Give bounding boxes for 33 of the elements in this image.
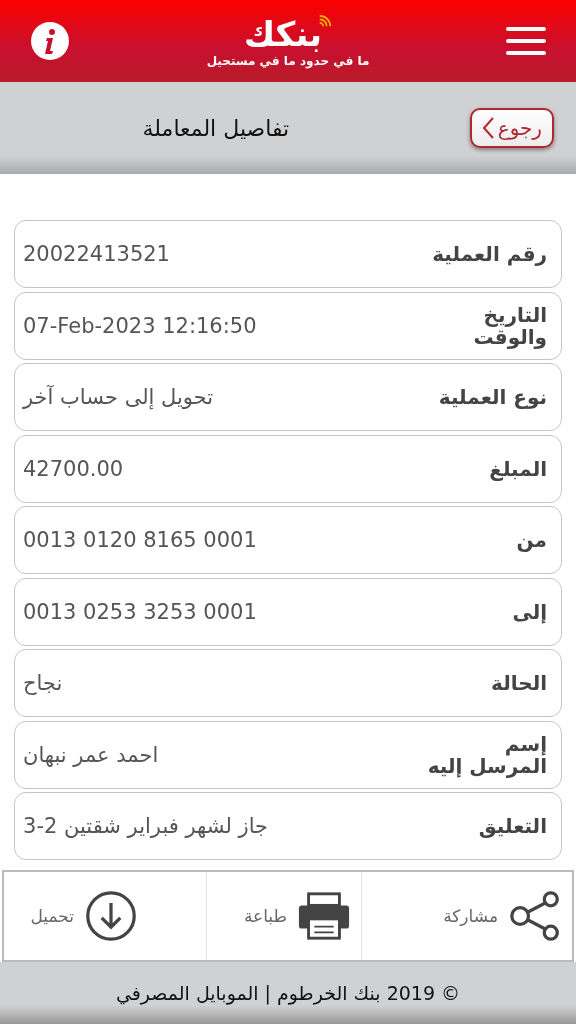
field-value: احمد عمر نبهان [23,742,159,767]
field-label: نوع العملية [437,386,547,408]
field-label: التعليق [477,815,547,837]
field-label: إلى [511,600,547,623]
field-label: إسم المرسل إليه [427,732,547,777]
menu-icon[interactable] [506,26,546,56]
field-value: جاز لشهر فبراير شقتين 2-3 [23,814,269,838]
page-title: تفاصيل المعاملة [141,115,291,141]
logo-text: بنكك [243,14,323,54]
field-value: 20022413521 [23,242,170,266]
field-label: المبلغ [488,457,547,480]
action-button[interactable]: طباعة [206,872,361,960]
field-value: نجاح [23,671,63,695]
field-label: رقم العملية [431,243,547,265]
action-button[interactable]: تحميل [4,872,206,960]
field-value: 42700.00 [23,456,124,481]
info-icon[interactable] [30,21,70,61]
field-label: الحالة [490,672,547,694]
signal-icon [318,14,333,28]
field-value: تحويل إلى حساب آخر [23,385,214,409]
share-icon [508,890,562,942]
field-value: 0013 0253 3253 0001 [23,599,257,624]
field-value: 0013 0120 8165 0001 [23,528,257,552]
download-icon [84,890,138,942]
field-value: 07-Feb-2023 12:16:50 [23,313,257,338]
field-label: التاريخ والوقت [472,303,547,348]
printer-icon [297,890,351,942]
field-label: من [515,529,547,551]
chevron-icon [481,116,494,140]
action-button[interactable]: مشاركة [361,872,572,960]
back-button[interactable]: رجوع [469,108,554,148]
tagline: ما في حدود ما في مستحيل [206,54,370,68]
copyright-text: © 2019 بنك الخرطوم | الموبايل المصرفي [115,982,461,1004]
